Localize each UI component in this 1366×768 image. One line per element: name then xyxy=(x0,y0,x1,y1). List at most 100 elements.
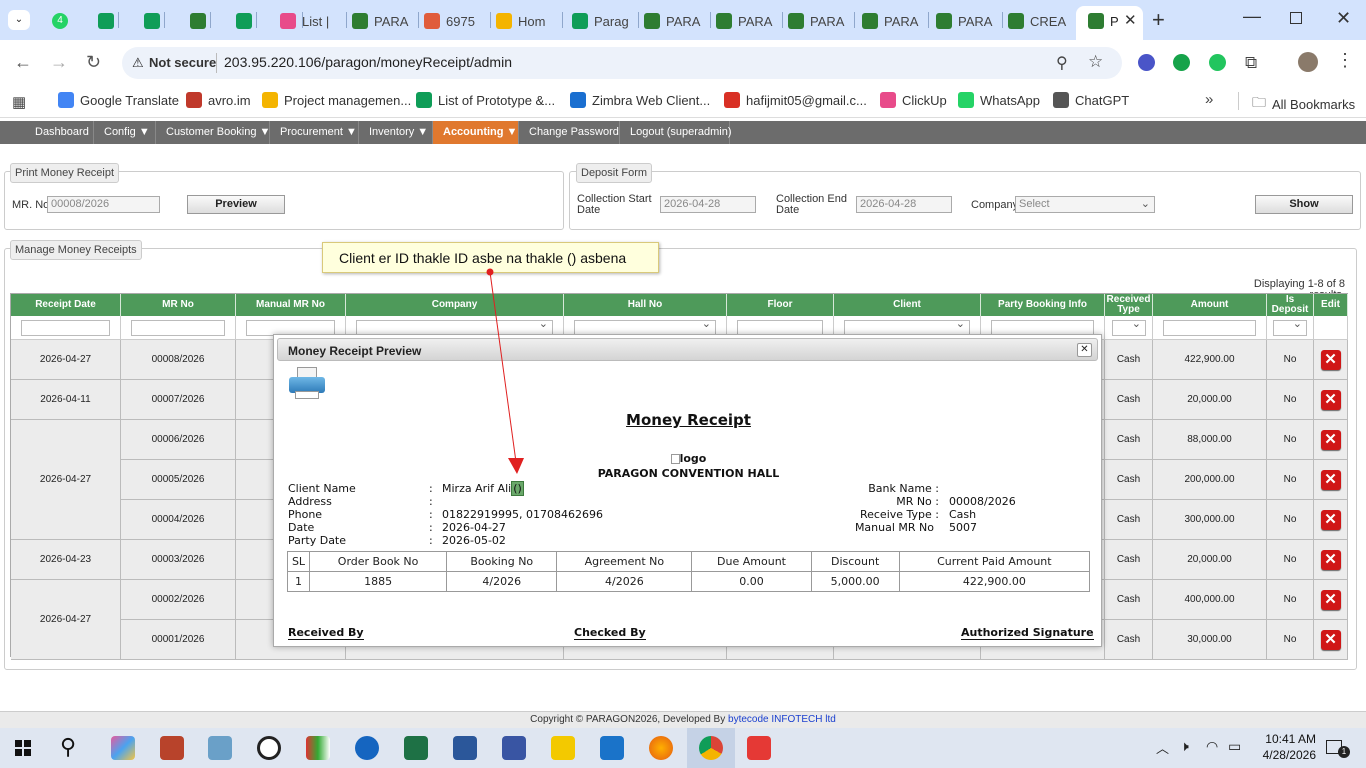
menu-item-0[interactable]: Dashboard xyxy=(25,121,94,144)
menu-item-7[interactable]: Logout (superadmin) xyxy=(620,121,732,144)
show-button[interactable]: Show xyxy=(1255,195,1353,214)
chrome-icon[interactable] xyxy=(699,736,723,760)
firefox-icon[interactable] xyxy=(649,736,673,760)
close-icon[interactable]: ✕ xyxy=(1077,343,1092,357)
excel-icon[interactable] xyxy=(404,736,428,760)
zoom-icon[interactable]: ⚲ xyxy=(1056,53,1068,73)
bookmark-item[interactable]: List of Prototype &... xyxy=(416,92,555,108)
menu-icon[interactable]: ⋮ xyxy=(1336,50,1354,71)
column-header[interactable]: Edit xyxy=(1314,294,1348,316)
filter-input[interactable]: ⌄ xyxy=(1273,318,1307,336)
column-header[interactable]: Receipt Date xyxy=(11,294,121,316)
all-bookmarks[interactable]: 🗀 All Bookmarks xyxy=(1252,92,1355,116)
avro-icon[interactable] xyxy=(160,736,184,760)
company-select[interactable]: Select ⌄ xyxy=(1015,196,1155,213)
column-header[interactable]: Is Deposit xyxy=(1267,294,1314,316)
column-header[interactable]: Party Booking Info xyxy=(981,294,1105,316)
column-header[interactable]: Floor xyxy=(727,294,834,316)
speaker-icon[interactable]: 🕨 xyxy=(1180,738,1189,755)
back-icon[interactable]: ← xyxy=(14,52,32,73)
grammarly-icon[interactable] xyxy=(1173,54,1190,71)
tab-15[interactable]: CREA xyxy=(1008,8,1070,34)
menu-item-5[interactable]: Accounting ▼ xyxy=(433,121,519,144)
bookmark-item[interactable]: Project managemen... xyxy=(262,92,411,108)
delete-icon[interactable]: ✕ xyxy=(1320,509,1341,530)
sticky-notes-icon[interactable] xyxy=(551,736,575,760)
word-icon[interactable] xyxy=(453,736,477,760)
whatsapp-icon[interactable] xyxy=(257,736,281,760)
zoom-icon[interactable] xyxy=(355,736,379,760)
bookmark-item[interactable]: Google Translate xyxy=(58,92,179,108)
extension-icon[interactable] xyxy=(1209,54,1226,71)
menu-item-6[interactable]: Change Password xyxy=(519,121,620,144)
printer-icon[interactable] xyxy=(289,367,325,401)
delete-icon[interactable]: ✕ xyxy=(1320,389,1341,410)
developer-link[interactable]: bytecode INFOTECH ltd xyxy=(728,714,836,725)
skype-icon[interactable] xyxy=(600,736,624,760)
files-icon[interactable] xyxy=(208,736,232,760)
maximize-icon[interactable] xyxy=(1290,12,1302,24)
visio-icon[interactable] xyxy=(502,736,526,760)
avatar[interactable] xyxy=(1298,52,1318,72)
column-header[interactable]: Client xyxy=(834,294,981,316)
filter-input[interactable] xyxy=(21,320,110,336)
star-icon[interactable]: ☆ xyxy=(1088,52,1103,72)
column-header[interactable]: Amount xyxy=(1153,294,1267,316)
tab-11[interactable]: PARA xyxy=(716,8,778,34)
bookmark-item[interactable]: avro.im xyxy=(186,92,251,108)
puzzle-icon[interactable]: ⧉ xyxy=(1245,53,1257,73)
tab-14[interactable]: PARA xyxy=(936,8,998,34)
wifi-icon[interactable]: ◠ xyxy=(1206,738,1218,755)
menu-item-2[interactable]: Customer Booking ▼ xyxy=(156,121,270,144)
filter-input[interactable] xyxy=(1163,320,1256,336)
menu-item-3[interactable]: Procurement ▼ xyxy=(270,121,359,144)
tab-5[interactable]: List | xyxy=(280,8,342,34)
chevron-up-icon[interactable]: ︿ xyxy=(1156,738,1169,757)
column-header[interactable]: Received Type xyxy=(1105,294,1153,316)
search-icon[interactable]: ⚲ xyxy=(60,734,76,760)
address-bar[interactable]: ⚠ Not secure 203.95.220.106/paragon/mone… xyxy=(122,47,1122,79)
collection-start-input[interactable]: 2026-04-28 xyxy=(660,196,756,213)
tab-10[interactable]: PARA xyxy=(644,8,706,34)
column-header[interactable]: Company xyxy=(346,294,564,316)
bookmark-item[interactable]: ClickUp xyxy=(880,92,947,108)
taskbar-date[interactable]: 4/28/2026 xyxy=(1256,748,1316,762)
tab-12[interactable]: PARA xyxy=(788,8,850,34)
close-window-icon[interactable]: ✕ xyxy=(1336,8,1351,29)
bookmark-item[interactable]: Zimbra Web Client... xyxy=(570,92,710,108)
copilot-icon[interactable] xyxy=(111,736,135,760)
column-header[interactable]: Manual MR No xyxy=(236,294,346,316)
extension-icon[interactable] xyxy=(1138,54,1155,71)
filter-input[interactable] xyxy=(131,320,225,336)
reload-icon[interactable]: ↻ xyxy=(86,52,101,73)
battery-icon[interactable]: ▭ xyxy=(1228,738,1241,755)
overflow-chevron-icon[interactable]: » xyxy=(1205,91,1213,108)
bookmark-item[interactable]: hafijmit05@gmail.c... xyxy=(724,92,867,108)
delete-icon[interactable]: ✕ xyxy=(1320,469,1341,490)
menu-item-4[interactable]: Inventory ▼ xyxy=(359,121,433,144)
tab-8[interactable]: Hom xyxy=(496,8,558,34)
delete-icon[interactable]: ✕ xyxy=(1320,549,1341,570)
tab-search-chevron-icon[interactable]: ⌄ xyxy=(8,10,30,30)
taskbar-time[interactable]: 10:41 AM xyxy=(1256,732,1316,746)
tab-active[interactable]: P ✕ xyxy=(1076,6,1143,40)
windows-start-icon[interactable] xyxy=(15,740,31,756)
tab-9[interactable]: Parag xyxy=(572,8,634,34)
security-label[interactable]: Not secure xyxy=(149,55,216,70)
tab-close-icon[interactable]: ✕ xyxy=(1124,11,1137,29)
delete-icon[interactable]: ✕ xyxy=(1320,589,1341,610)
filter-input[interactable]: ⌄ xyxy=(1112,318,1146,336)
bookmark-item[interactable]: ChatGPT xyxy=(1053,92,1129,108)
app-icon[interactable] xyxy=(306,736,330,760)
minimize-icon[interactable]: — xyxy=(1243,6,1261,27)
new-tab-icon[interactable]: + xyxy=(1152,7,1165,33)
collection-end-input[interactable]: 2026-04-28 xyxy=(856,196,952,213)
tab-7[interactable]: 6975 xyxy=(424,8,486,34)
preview-button[interactable]: Preview xyxy=(187,195,285,214)
menu-item-1[interactable]: Config ▼ xyxy=(94,121,156,144)
url-text[interactable]: 203.95.220.106/paragon/moneyReceipt/admi… xyxy=(224,54,512,70)
column-header[interactable]: MR No xyxy=(121,294,236,316)
column-header[interactable]: Hall No xyxy=(564,294,727,316)
tab-13[interactable]: PARA xyxy=(862,8,924,34)
tab-6[interactable]: PARA xyxy=(352,8,414,34)
